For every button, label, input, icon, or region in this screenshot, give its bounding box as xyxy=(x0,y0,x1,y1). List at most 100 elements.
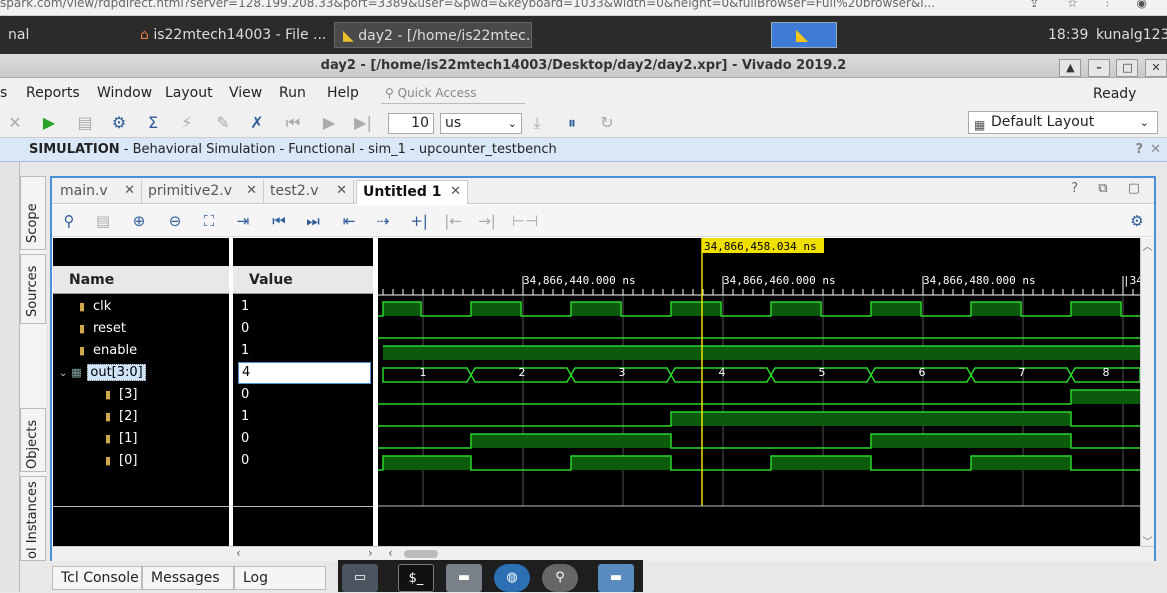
files-icon[interactable]: ▬ xyxy=(446,564,482,592)
save-icon[interactable]: ▤ xyxy=(74,112,96,134)
add-marker-icon[interactable]: +| xyxy=(408,210,430,232)
layout-select[interactable]: ▦ Default Layout ⌄ xyxy=(968,111,1158,134)
run-icon[interactable]: ▶ xyxy=(38,112,60,134)
signal-row-out[interactable]: ⌄ ▦ out[3:0] xyxy=(53,362,229,384)
quick-access-search[interactable]: ⚲ Quick Access xyxy=(381,82,525,104)
menu-item-run[interactable]: Run xyxy=(279,85,306,101)
folder-icon[interactable]: ▬ xyxy=(598,564,634,592)
close-icon[interactable]: ✕ xyxy=(336,180,347,202)
gear-icon[interactable]: ⚙ xyxy=(1126,210,1148,232)
close-icon[interactable]: ✕ xyxy=(124,180,135,202)
run-time-input[interactable]: 10 xyxy=(388,113,434,134)
scroll-left-icon[interactable]: ‹ xyxy=(388,546,393,560)
browser-url-bar[interactable]: spark.com/view/rdpdirect.html?server=128… xyxy=(0,0,1167,16)
menu-item-window[interactable]: Window xyxy=(97,85,152,101)
close-icon[interactable]: ✕ xyxy=(246,180,257,202)
go-to-end-icon[interactable]: ⏭ xyxy=(302,210,324,232)
window-close-icon[interactable]: ✕ xyxy=(1145,59,1167,77)
go-to-cursor-icon[interactable]: ⇥ xyxy=(232,210,254,232)
zoom-fit-icon[interactable]: ⛶ xyxy=(198,210,220,232)
signal-value-column: Value 1 0 1 4 0 1 0 0 xyxy=(233,238,373,548)
help-icon[interactable]: ? xyxy=(1135,138,1143,162)
previous-transition-icon[interactable]: ⇤ xyxy=(338,210,360,232)
side-tab-instances[interactable]: ol Instances xyxy=(20,476,46,561)
scroll-thumb[interactable] xyxy=(404,550,438,558)
name-column-header[interactable]: Name xyxy=(53,266,229,294)
signal-row-out-0[interactable]: ▮ [0] xyxy=(53,450,229,472)
signal-row-enable[interactable]: ▮ enable xyxy=(53,340,229,362)
side-tab-objects[interactable]: Objects xyxy=(20,408,46,472)
menu-item-view[interactable]: View xyxy=(229,85,262,101)
signal-row-out-2[interactable]: ▮ [2] xyxy=(53,406,229,428)
bus-signal-icon: ▦ xyxy=(71,366,82,379)
taskbar-terminal-item[interactable]: nal xyxy=(0,22,120,48)
vertical-scrollbar[interactable]: ︿ ﹀ xyxy=(1140,238,1154,548)
left-scroll-strip[interactable] xyxy=(0,162,20,592)
cancel-icon[interactable]: ✕ xyxy=(4,112,26,134)
tab-untitled-1[interactable]: Untitled 1 ✕ xyxy=(356,180,468,204)
vivado-launcher-button[interactable]: ◣ xyxy=(771,22,837,48)
zoom-out-icon[interactable]: ⊖ xyxy=(164,210,186,232)
taskbar-files-item[interactable]: ⌂ is22mtech14003 - File ... xyxy=(132,22,328,48)
menu-item-tools-partial[interactable]: s xyxy=(0,85,7,101)
signal-row-clk[interactable]: ▮ clk xyxy=(53,296,229,318)
window-minimize-icon[interactable]: – xyxy=(1087,59,1110,77)
close-icon[interactable]: ✕ xyxy=(1150,138,1161,162)
chevron-down-icon[interactable]: ⌄ xyxy=(59,368,67,379)
relaunch-icon[interactable]: ↻ xyxy=(596,112,618,134)
tab-primitive2-v[interactable]: primitive2.v ✕ xyxy=(142,180,264,204)
pause-icon[interactable]: ⏸ xyxy=(561,112,583,134)
value-column-header[interactable]: Value xyxy=(233,266,373,294)
browser-action-icons[interactable]: ⇪ ☆ ⫶ ◉ xyxy=(1029,0,1159,11)
search-icon[interactable]: ⚲ xyxy=(58,210,80,232)
tab-main-v[interactable]: main.v ✕ xyxy=(54,180,142,204)
browser-icon[interactable]: ◍ xyxy=(494,564,530,592)
scroll-right-icon[interactable]: › xyxy=(368,546,373,560)
tab-log[interactable]: Log xyxy=(234,566,326,590)
swap-cursors-icon[interactable]: ⊢⊣ xyxy=(512,210,538,232)
taskbar-vivado-item[interactable]: ◣ day2 - [/home/is22mtec... xyxy=(334,22,532,48)
sigma-icon[interactable]: Σ xyxy=(142,112,164,134)
signal-row-reset[interactable]: ▮ reset xyxy=(53,318,229,340)
taskbar-user[interactable]: kunalg123 xyxy=(1096,22,1167,48)
step-icon[interactable]: ⤓ xyxy=(526,112,548,134)
side-tab-scope[interactable]: Scope xyxy=(20,176,46,250)
debug-icon[interactable]: ✗ xyxy=(246,112,268,134)
window-maximize-icon[interactable]: □ xyxy=(1116,59,1139,77)
restart-icon[interactable]: ⏮ xyxy=(282,112,304,134)
window-up-icon[interactable]: ▲ xyxy=(1059,59,1082,77)
go-to-start-icon[interactable]: ⏮ xyxy=(268,210,290,232)
scroll-left-icon[interactable]: ‹ xyxy=(236,546,241,560)
next-transition-icon[interactable]: ⇢ xyxy=(372,210,394,232)
waveform-svg[interactable]: 34,866,440.000 ns 34,866,460.000 ns 34,8… xyxy=(378,238,1140,548)
show-desktop-icon[interactable]: ▭ xyxy=(342,564,378,592)
tab-test2-v[interactable]: test2.v ✕ xyxy=(264,180,354,204)
waveform-canvas[interactable]: 34,866,440.000 ns 34,866,460.000 ns 34,8… xyxy=(378,238,1140,548)
tab-tcl-console[interactable]: Tcl Console xyxy=(52,566,142,590)
autoconnect-icon[interactable]: ⚡ xyxy=(176,112,198,134)
terminal-icon[interactable]: $_ xyxy=(398,564,434,592)
tab-messages[interactable]: Messages xyxy=(142,566,234,590)
scroll-up-icon[interactable]: ︿ xyxy=(1141,238,1154,253)
signal-row-out-1[interactable]: ▮ [1] xyxy=(53,428,229,450)
pencil-icon[interactable]: ✎ xyxy=(212,112,234,134)
browser-url[interactable]: spark.com/view/rdpdirect.html?server=128… xyxy=(0,0,935,10)
run-time-unit-select[interactable]: us ⌄ xyxy=(440,113,522,134)
zoom-in-icon[interactable]: ⊕ xyxy=(128,210,150,232)
next-marker-icon[interactable]: →| xyxy=(476,210,498,232)
save-icon[interactable]: ▤ xyxy=(92,210,114,232)
wave-fill xyxy=(771,412,871,426)
horizontal-scrollbar[interactable]: ‹ › ‹ xyxy=(52,546,1154,561)
run-all-icon[interactable]: ▶ xyxy=(318,112,340,134)
menu-item-reports[interactable]: Reports xyxy=(26,85,80,101)
menu-item-layout[interactable]: Layout xyxy=(165,85,213,101)
run-for-icon[interactable]: ▶| xyxy=(352,112,374,134)
panel-window-icons[interactable]: ? ⧉ ▢ xyxy=(1071,181,1148,196)
menu-item-help[interactable]: Help xyxy=(327,85,359,101)
signal-row-out-3[interactable]: ▮ [3] xyxy=(53,384,229,406)
previous-marker-icon[interactable]: |← xyxy=(442,210,464,232)
side-tab-sources[interactable]: Sources xyxy=(20,254,46,324)
search-icon[interactable]: ⚲ xyxy=(542,564,578,592)
close-icon[interactable]: ✕ xyxy=(450,181,461,203)
settings-icon[interactable]: ⚙ xyxy=(108,112,130,134)
